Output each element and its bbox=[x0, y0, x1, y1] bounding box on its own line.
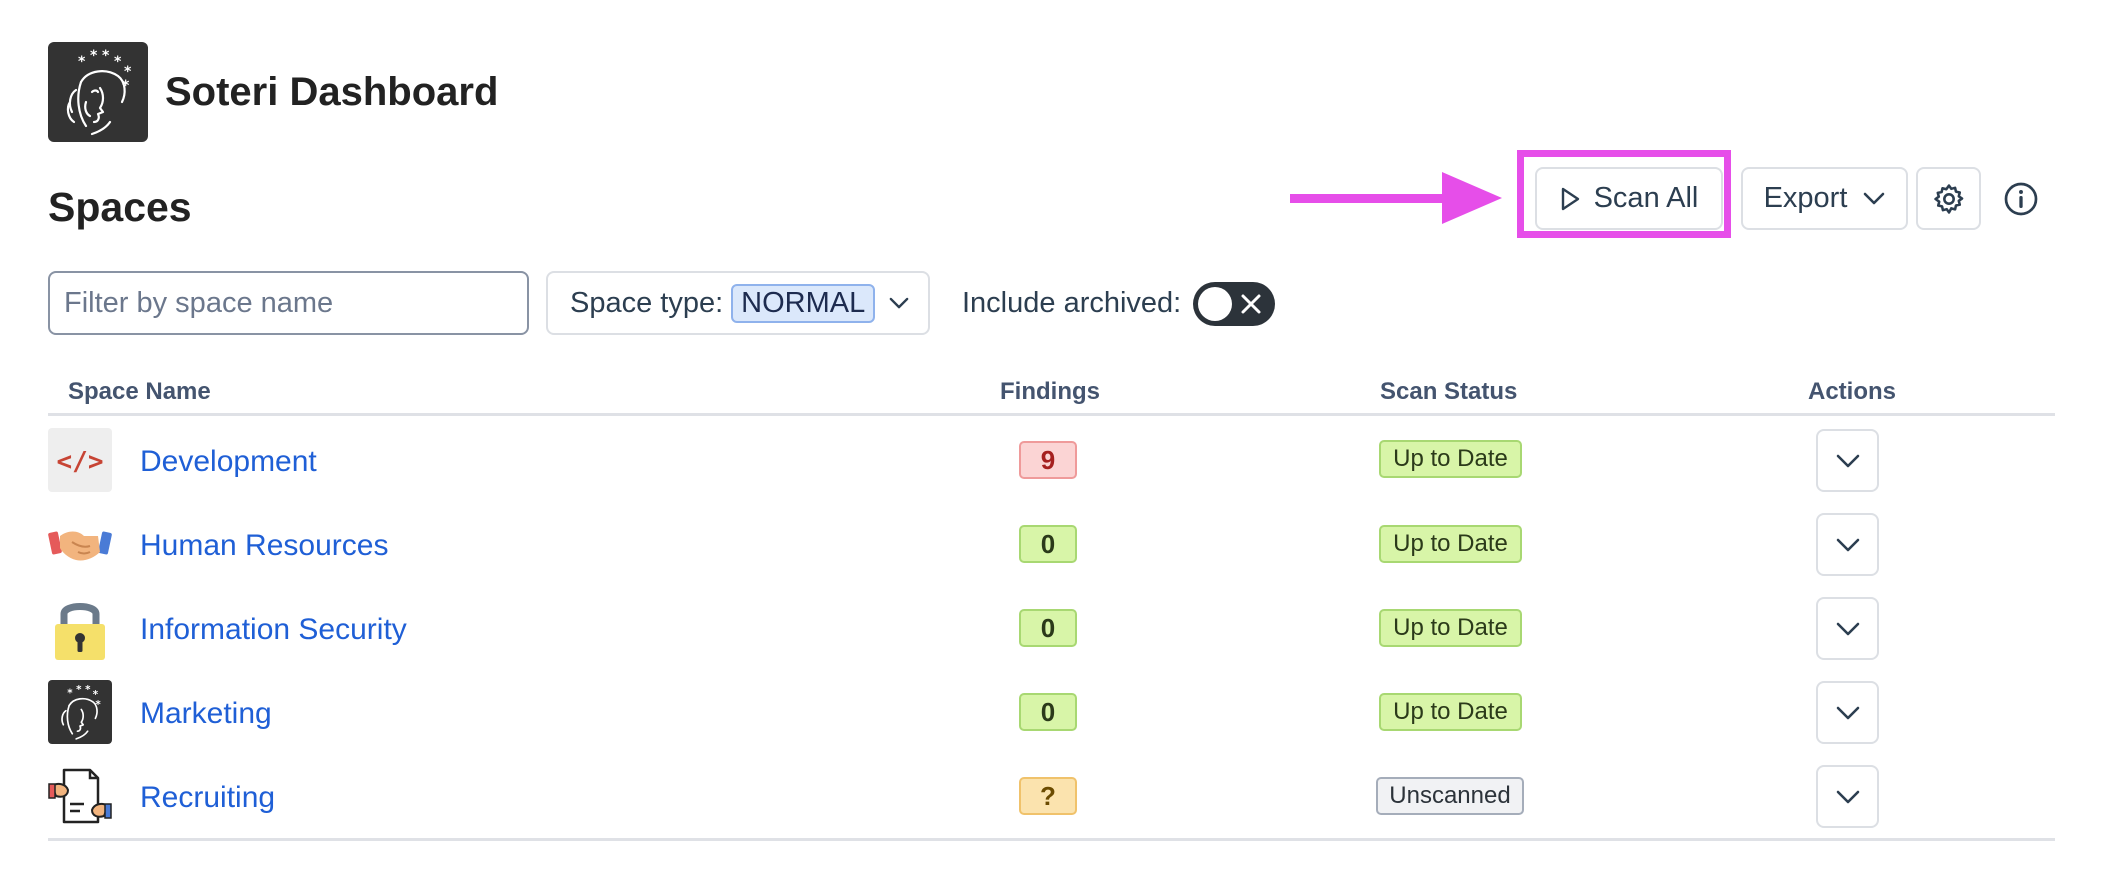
svg-text:*: * bbox=[95, 699, 101, 711]
chevron-down-icon bbox=[1836, 790, 1859, 803]
gear-icon bbox=[1933, 183, 1963, 214]
status-badge: Up to Date bbox=[1379, 693, 1522, 731]
chevron-down-icon bbox=[889, 297, 909, 308]
space-link-human-resources[interactable]: Human Resources bbox=[140, 528, 388, 564]
findings-badge: ? bbox=[1019, 777, 1077, 815]
chevron-down-icon bbox=[1836, 538, 1859, 551]
space-type-value: NORMAL bbox=[731, 283, 876, 323]
svg-text:*: * bbox=[102, 48, 110, 64]
app-logo: * * * * * * bbox=[48, 42, 148, 142]
svg-text:*: * bbox=[76, 684, 82, 696]
settings-button[interactable] bbox=[1916, 167, 1981, 230]
scan-all-button[interactable]: Scan All bbox=[1535, 167, 1723, 230]
column-header-actions: Actions bbox=[1808, 378, 1897, 405]
svg-text:*: * bbox=[78, 54, 86, 70]
svg-text:*: * bbox=[114, 54, 122, 70]
export-label: Export bbox=[1763, 182, 1848, 214]
status-badge: Unscanned bbox=[1376, 777, 1524, 815]
chevron-down-icon bbox=[1836, 622, 1859, 635]
toggle-knob bbox=[1198, 287, 1232, 321]
column-header-scan-status: Scan Status bbox=[1380, 378, 1518, 405]
code-icon: </> bbox=[48, 428, 112, 492]
row-actions-button[interactable] bbox=[1816, 597, 1879, 660]
row-actions-button[interactable] bbox=[1816, 765, 1879, 828]
row-actions-button[interactable] bbox=[1816, 681, 1879, 744]
info-button[interactable] bbox=[1990, 167, 2052, 230]
app-title: Soteri Dashboard bbox=[165, 70, 499, 114]
svg-text:*: * bbox=[122, 78, 130, 94]
table-header-divider bbox=[48, 413, 2055, 416]
status-badge: Up to Date bbox=[1379, 609, 1522, 647]
soteri-logo-icon: * * * * * bbox=[48, 680, 112, 744]
space-name-filter-input[interactable] bbox=[48, 271, 529, 335]
table-bottom-divider bbox=[48, 838, 2055, 841]
svg-text:*: * bbox=[67, 688, 73, 700]
findings-badge: 0 bbox=[1019, 693, 1077, 731]
findings-badge: 9 bbox=[1019, 441, 1077, 479]
row-actions-button[interactable] bbox=[1816, 513, 1879, 576]
findings-badge: 0 bbox=[1019, 525, 1077, 563]
scan-all-label: Scan All bbox=[1593, 182, 1699, 214]
status-badge: Up to Date bbox=[1379, 440, 1522, 478]
resume-icon bbox=[48, 764, 112, 828]
column-header-space-name: Space Name bbox=[68, 378, 211, 405]
space-link-information-security[interactable]: Information Security bbox=[140, 612, 407, 648]
row-actions-button[interactable] bbox=[1816, 429, 1879, 492]
include-archived-label: Include archived: bbox=[962, 287, 1182, 319]
space-link-marketing[interactable]: Marketing bbox=[140, 696, 272, 732]
status-badge: Up to Date bbox=[1379, 525, 1522, 563]
space-type-label: Space type: bbox=[570, 286, 724, 319]
chevron-down-icon bbox=[1836, 706, 1859, 719]
play-icon bbox=[1561, 187, 1579, 210]
space-link-development[interactable]: Development bbox=[140, 444, 317, 480]
space-link-recruiting[interactable]: Recruiting bbox=[140, 780, 275, 816]
annotation-arrow bbox=[1290, 172, 1502, 224]
column-header-findings: Findings bbox=[1000, 378, 1100, 405]
page-title: Spaces bbox=[48, 184, 192, 230]
findings-badge: 0 bbox=[1019, 609, 1077, 647]
padlock-icon bbox=[48, 596, 112, 660]
svg-text:</>: </> bbox=[57, 447, 104, 477]
svg-text:*: * bbox=[90, 48, 98, 64]
space-type-select[interactable]: Space type: NORMAL bbox=[546, 271, 930, 335]
close-icon bbox=[1241, 294, 1261, 314]
export-dropdown-button[interactable]: Export bbox=[1741, 167, 1908, 230]
handshake-icon bbox=[48, 512, 112, 576]
info-icon bbox=[2004, 182, 2038, 215]
chevron-down-icon bbox=[1864, 192, 1885, 204]
svg-text:*: * bbox=[85, 684, 91, 696]
include-archived-toggle[interactable] bbox=[1193, 282, 1275, 326]
chevron-down-icon bbox=[1836, 454, 1859, 467]
